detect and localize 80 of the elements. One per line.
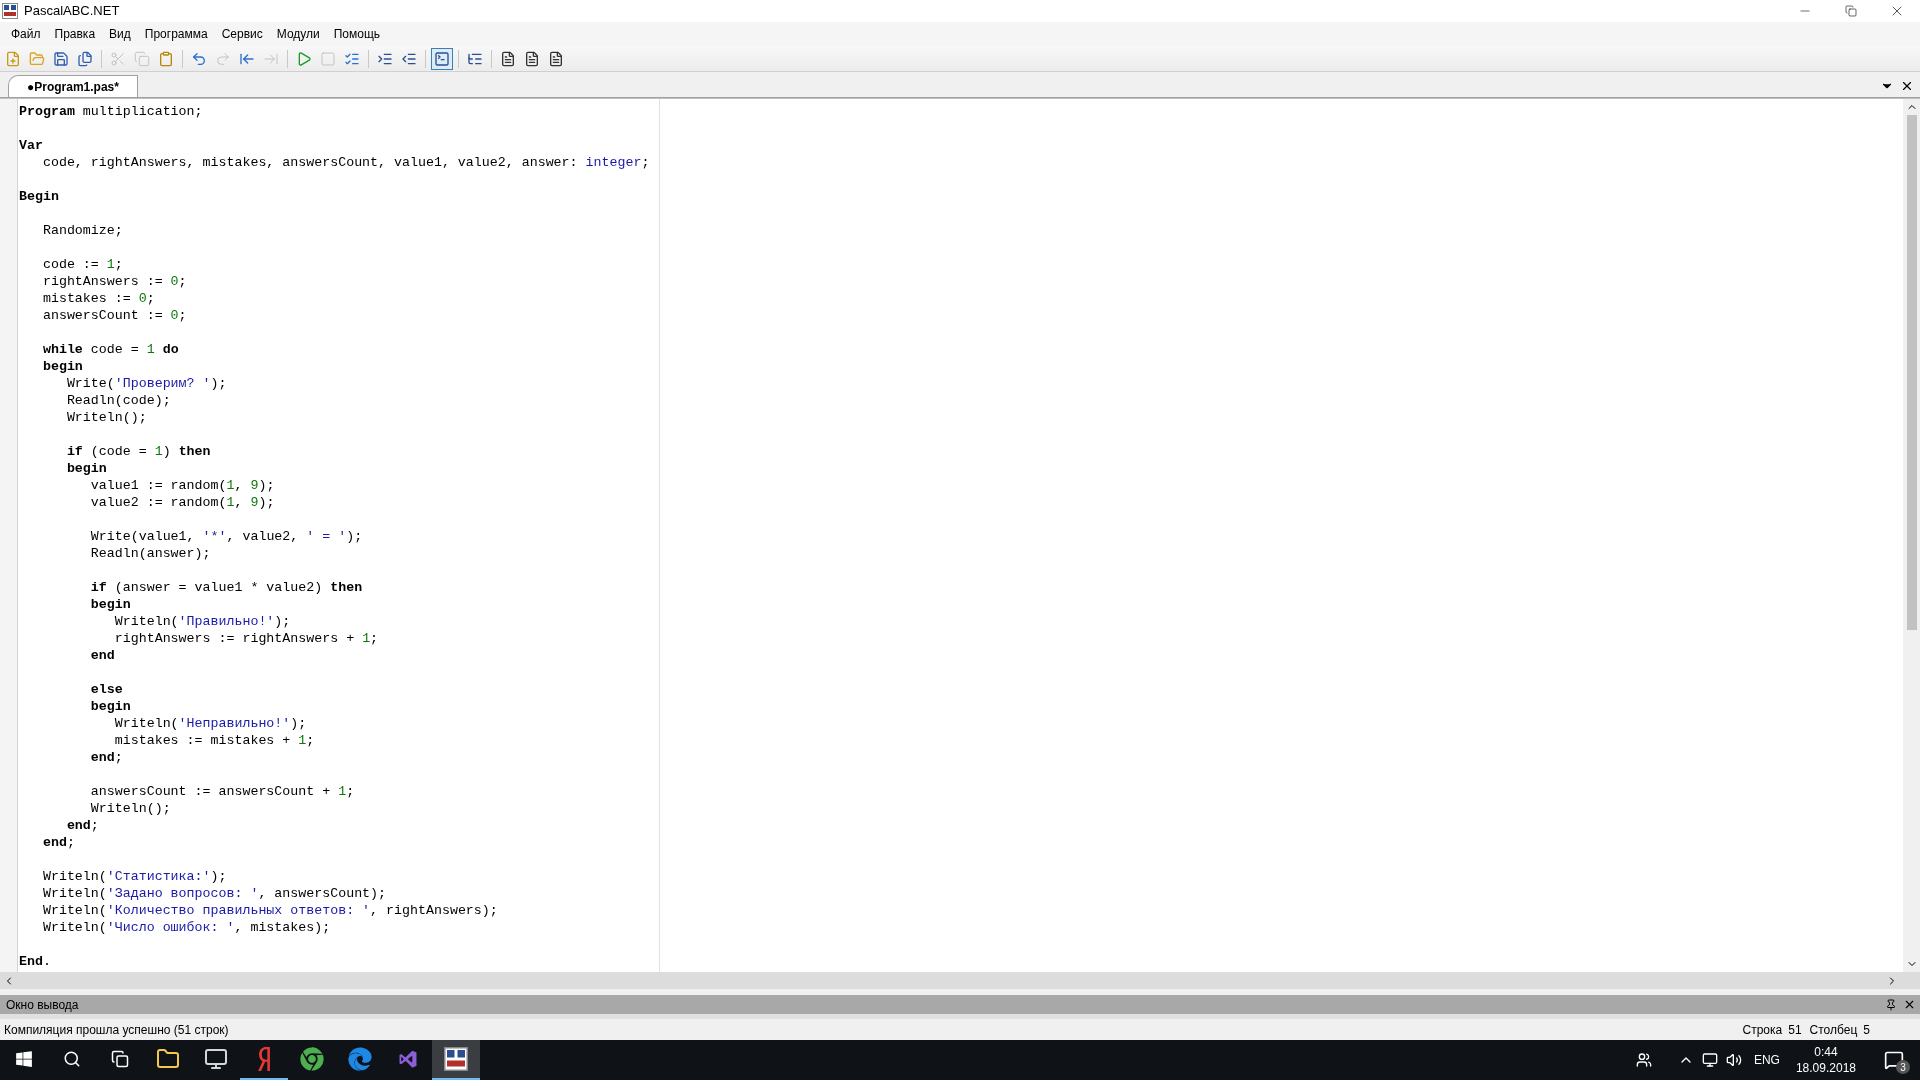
code-line: Writeln(); <box>89 800 171 817</box>
code-line: Writeln('Правильно!'); <box>113 613 291 630</box>
menu-item[interactable]: Модули <box>269 22 327 46</box>
code-line: code := 1; <box>41 256 123 273</box>
column-label: Столбец <box>1809 1021 1858 1039</box>
swirl-logo-icon <box>348 1047 372 1071</box>
notification-badge: 3 <box>1896 1060 1910 1074</box>
code-line: Writeln('Количество правильных ответов: ', rightAnswers); <box>41 902 498 919</box>
network-icon[interactable] <box>1701 1052 1718 1068</box>
output-panel-title: Окно вывода <box>6 996 79 1014</box>
code-line: else <box>89 681 123 698</box>
menu-item[interactable]: Помощь <box>326 22 388 46</box>
menu-item[interactable]: Вид <box>102 22 138 46</box>
code-line: Writeln('Статистика:'); <box>41 868 227 885</box>
code-line: Write('Проверим? '); <box>65 375 227 392</box>
code-line: Readln(answer); <box>89 545 211 562</box>
code-line: Writeln('Неправильно!'); <box>113 715 307 732</box>
code-line: code, rightAnswers, mistakes, answersCount, value1, value2, answer: integer; <box>41 154 650 171</box>
code-line: rightAnswers := rightAnswers + 1; <box>113 630 379 647</box>
menu-item[interactable]: Программа <box>137 22 215 46</box>
horizontal-scrollbar[interactable] <box>0 972 1920 989</box>
menu-item[interactable]: Файл <box>4 22 48 46</box>
code-line: while code = 1 do <box>41 341 179 358</box>
app-logo-icon <box>444 1047 468 1071</box>
folder-icon <box>156 1047 180 1071</box>
code-line: if (code = 1) then <box>65 443 211 460</box>
code-line: begin <box>41 358 83 375</box>
code-line: if (answer = value1 * value2) then <box>89 579 363 596</box>
search-icon <box>63 1050 81 1068</box>
pin-button[interactable] <box>1885 998 1897 1011</box>
people-icon[interactable] <box>1635 1052 1652 1068</box>
clock-date[interactable]: 18.09.2018 <box>1795 1060 1856 1076</box>
column-number: 5 <box>1863 1021 1870 1039</box>
pin-icon <box>1885 998 1897 1011</box>
code-line: begin <box>65 460 107 477</box>
code-line: value2 := random(1, 9); <box>89 494 275 511</box>
scrollbar-thumb[interactable] <box>1906 115 1917 630</box>
code-line: End. <box>19 953 51 970</box>
menu-item[interactable]: Правка <box>47 22 103 46</box>
code-line: Writeln('Задано вопросов: ', answersCount); <box>41 885 387 902</box>
line-label: Строка <box>1742 1021 1783 1039</box>
restore-icon <box>1845 5 1857 17</box>
vertical-scrollbar[interactable] <box>1903 99 1920 972</box>
code-line: value1 := random(1, 9); <box>89 477 275 494</box>
code-line: Readln(code); <box>65 392 171 409</box>
language-indicator[interactable]: ENG <box>1753 1051 1780 1069</box>
code-line: Randomize; <box>41 222 123 239</box>
code-line: Writeln(); <box>65 409 147 426</box>
round-logo-icon <box>300 1047 324 1071</box>
code-line: answersCount := answersCount + 1; <box>89 783 355 800</box>
close-panel-button[interactable] <box>1903 998 1916 1011</box>
code-line: begin <box>89 596 131 613</box>
file-tab[interactable]: ●Program1.pas* <box>8 75 138 97</box>
code-line: rightAnswers := 0; <box>41 273 187 290</box>
clock-time[interactable]: 0:44 <box>1814 1044 1838 1060</box>
code-line: end <box>89 647 115 664</box>
code-line: mistakes := 0; <box>41 290 155 307</box>
code-line: end; <box>89 749 123 766</box>
monitor-icon <box>204 1047 228 1071</box>
start-icon <box>15 1050 33 1068</box>
window-title: PascalABC.NET <box>24 2 120 21</box>
status-message: Компиляция прошла успешно (51 строк) <box>4 1021 229 1039</box>
code-line: Write(value1, '*', value2, ' = '); <box>89 528 363 545</box>
close-icon <box>1903 998 1916 1011</box>
code-line: end; <box>65 817 99 834</box>
code-line: Begin <box>19 188 59 205</box>
line-number: 51 <box>1788 1021 1802 1039</box>
task-view-icon <box>111 1050 129 1068</box>
code-line: Var <box>19 137 43 154</box>
menu-item[interactable]: Сервис <box>214 22 270 46</box>
taskbar-button[interactable] <box>432 1040 480 1080</box>
volume-icon[interactable] <box>1725 1052 1742 1068</box>
code-line: end; <box>41 834 75 851</box>
code-line: answersCount := 0; <box>41 307 187 324</box>
notification-button[interactable]: 3 <box>1874 1040 1914 1080</box>
code-line: Writeln('Число ошибок: ', mistakes); <box>41 919 331 936</box>
code-line: mistakes := mistakes + 1; <box>113 732 315 749</box>
code-line: begin <box>89 698 131 715</box>
notification-icon <box>1884 1050 1904 1070</box>
code-line: Program multiplication; <box>19 103 203 120</box>
